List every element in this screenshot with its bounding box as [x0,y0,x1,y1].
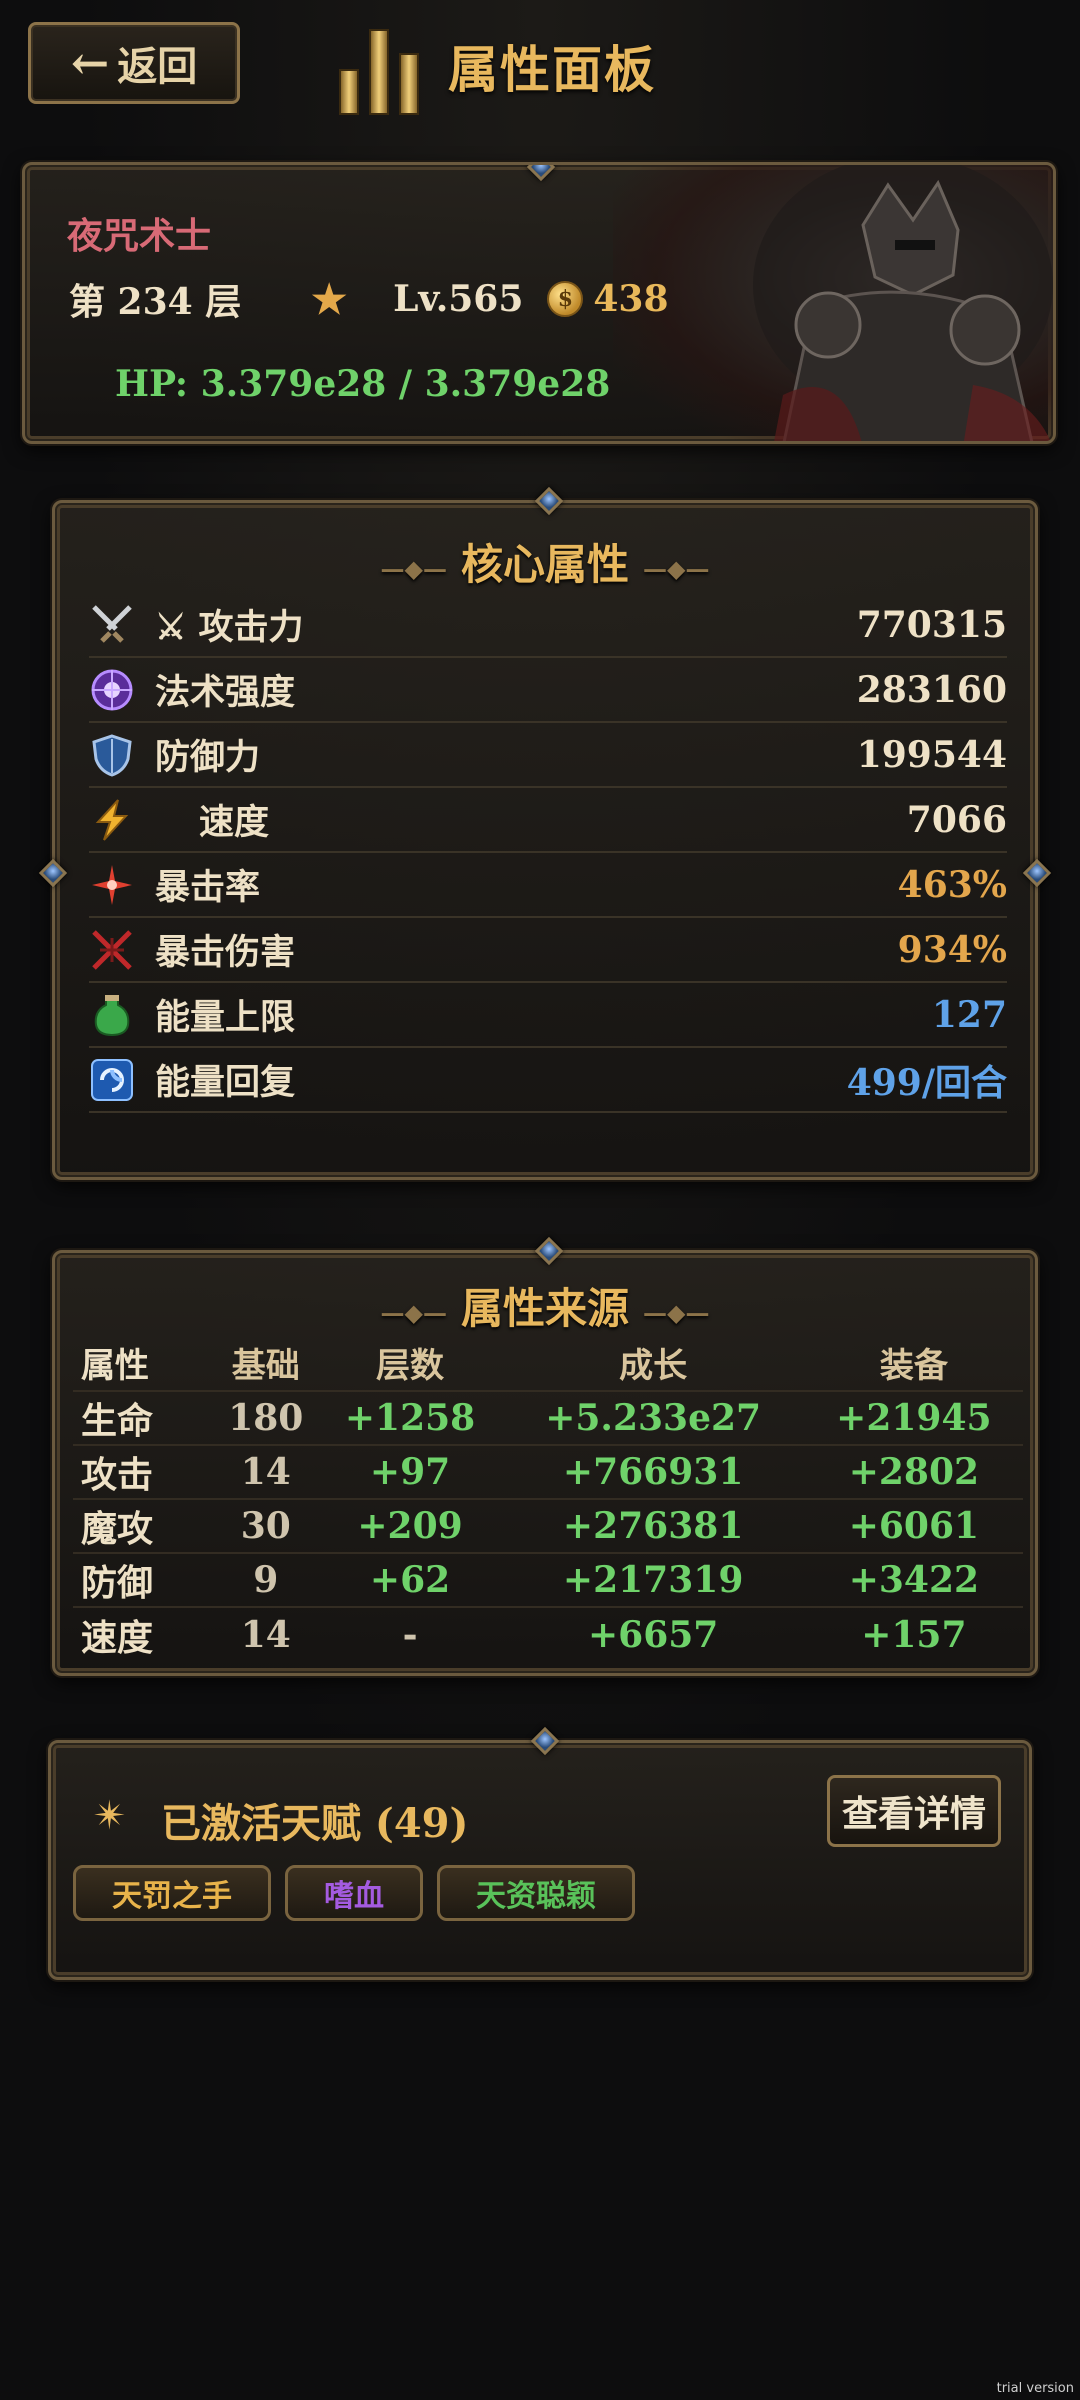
character-name: 夜咒术士 [67,215,212,257]
magic-orb-icon [89,667,135,713]
page-title: 属性面板 [448,40,656,99]
column-header: 装备 [879,1346,948,1386]
attr-row-crit-rate: 暴击率 463% [89,853,1007,918]
attr-row-defense: 防御力 199544 [89,723,1007,788]
character-portrait [613,165,1053,441]
talent-tags: 天罚之手 嗜血 天资聪颖 [73,1865,635,1921]
frame-gem-icon [38,858,68,888]
crit-damage-icon [89,927,135,973]
frame-gem-icon [526,165,556,182]
talent-title: 已激活天赋 (49) [161,1800,469,1847]
core-section-title: —◆— 核心属性 —◆— [380,540,710,589]
source-table: 属性 基础 层数 成长 装备 生命 180 +1258 +5.233e27 +2… [73,1335,1023,1661]
talent-tag[interactable]: 天资聪颖 [437,1865,635,1921]
attr-row-energy-regen: 能量回复 499/回合 [89,1048,1007,1113]
character-stats-row: 第 234 层 ★ Lv.565 $ 438 [69,273,669,325]
stats-bars-icon [339,29,419,115]
crossed-swords-icon [89,602,135,648]
column-header: 属性 [81,1346,149,1386]
attr-row-spell-power: 法术强度 283160 [89,658,1007,723]
attribute-source-panel: —◆— 属性来源 —◆— 属性 基础 层数 成长 装备 生命 180 +1258 +… [52,1236,1038,1676]
energy-swirl-icon [89,1057,135,1103]
shield-icon [89,732,135,778]
lightning-icon [89,797,135,843]
core-attributes-panel: —◆— 核心属性 —◆— ⚔ 攻击力 770315 法术强度 283160 防御力 … [38,486,1052,1180]
column-header: 基础 [231,1346,300,1386]
table-row: 魔攻 30 +209 +276381 +6061 [73,1498,1023,1553]
level-label: Lv.565 [393,278,524,320]
talent-tag[interactable]: 嗜血 [285,1865,423,1921]
floor-label: 第 234 层 [69,281,242,323]
attr-row-speed: 速度 7066 [89,788,1007,853]
source-section-title: —◆— 属性来源 —◆— [380,1284,710,1333]
talent-star-icon: ✴ [93,1793,127,1839]
star-icon: ★ [311,275,348,323]
table-header-row: 属性 基础 层数 成长 装备 [73,1335,1023,1391]
frame-gem-icon [530,1726,560,1756]
table-row: 攻击 14 +97 +766931 +2802 [73,1444,1023,1499]
watermark: trial version [996,2381,1074,2396]
back-arrow-icon: ← [70,36,110,90]
back-label: 返回 [117,43,198,90]
character-card: 夜咒术士 第 234 层 ★ Lv.565 $ 438 HP: 3.379e28… [22,162,1056,444]
table-row: 生命 180 +1258 +5.233e27 +21945 [73,1390,1023,1445]
table-row: 速度 14 - +6657 +157 [73,1606,1023,1661]
frame-gem-icon [534,1236,564,1266]
energy-potion-icon [89,992,135,1038]
crit-burst-icon [89,862,135,908]
attr-row-energy-cap: 能量上限 127 [89,983,1007,1048]
attr-row-attack: ⚔ 攻击力 770315 [89,593,1007,658]
title-ornament-icon: —◆— [380,553,447,583]
gold-coin-icon: $ [547,281,584,317]
frame-gem-icon [1022,858,1052,888]
frame-gem-icon [534,486,564,516]
title-ornament-icon: —◆— [643,1297,710,1327]
column-header: 层数 [376,1346,445,1386]
title-ornament-icon: —◆— [380,1297,447,1327]
talent-tag[interactable]: 天罚之手 [73,1865,271,1921]
hp-readout: HP: 3.379e28 / 3.379e28 [115,363,611,405]
attr-row-crit-damage: 暴击伤害 934% [89,918,1007,983]
gold-amount: 438 [593,278,669,320]
title-ornament-icon: —◆— [643,553,710,583]
talent-panel: ✴ 已激活天赋 (49) 查看详情 天罚之手 嗜血 天资聪颖 [48,1726,1032,1980]
table-row: 防御 9 +62 +217319 +3422 [73,1552,1023,1607]
back-button[interactable]: ← 返回 [28,22,240,104]
core-attribute-list: ⚔ 攻击力 770315 法术强度 283160 防御力 199544 速度 7… [89,593,1007,1113]
view-details-button[interactable]: 查看详情 [827,1775,1001,1847]
column-header: 成长 [619,1346,688,1386]
